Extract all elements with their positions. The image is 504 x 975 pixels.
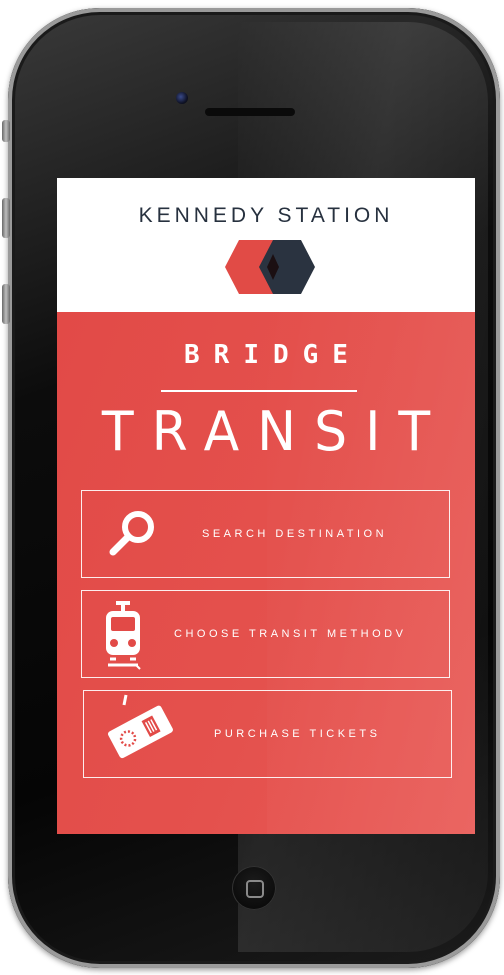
main-panel: BRIDGE TRANSIT SEARCH DESTINATION CHOOSE… bbox=[57, 312, 475, 834]
front-camera bbox=[176, 92, 188, 104]
volume-up-button bbox=[2, 198, 10, 238]
station-header: KENNEDY STATION bbox=[57, 178, 475, 312]
purchase-tickets-label: PURCHASE TICKETS bbox=[214, 728, 381, 740]
ticket-icon bbox=[107, 694, 173, 759]
home-square-icon bbox=[246, 880, 264, 898]
bridge-logo-icon bbox=[225, 240, 315, 294]
search-destination-button[interactable]: SEARCH DESTINATION bbox=[81, 490, 450, 578]
choose-transit-button[interactable]: CHOOSE TRANSIT METHODV bbox=[81, 590, 450, 678]
magnifier-icon bbox=[109, 511, 154, 556]
phone-screen: KENNEDY STATION BRIDGE TRANSIT SEARCH DE… bbox=[57, 178, 475, 834]
earpiece-speaker bbox=[205, 108, 295, 116]
search-destination-label: SEARCH DESTINATION bbox=[202, 528, 388, 540]
train-icon bbox=[106, 601, 141, 670]
brand-divider bbox=[161, 390, 357, 392]
choose-transit-label: CHOOSE TRANSIT METHODV bbox=[174, 628, 407, 640]
brand-title-transit: TRANSIT bbox=[101, 400, 449, 464]
home-button[interactable] bbox=[232, 866, 276, 910]
station-title: KENNEDY STATION bbox=[138, 204, 394, 227]
device-stage: KENNEDY STATION BRIDGE TRANSIT SEARCH DE… bbox=[0, 0, 504, 975]
mute-switch bbox=[2, 120, 10, 142]
purchase-tickets-button[interactable]: PURCHASE TICKETS bbox=[83, 690, 452, 778]
brand-title-bridge: BRIDGE bbox=[184, 340, 362, 370]
volume-down-button bbox=[2, 284, 10, 324]
